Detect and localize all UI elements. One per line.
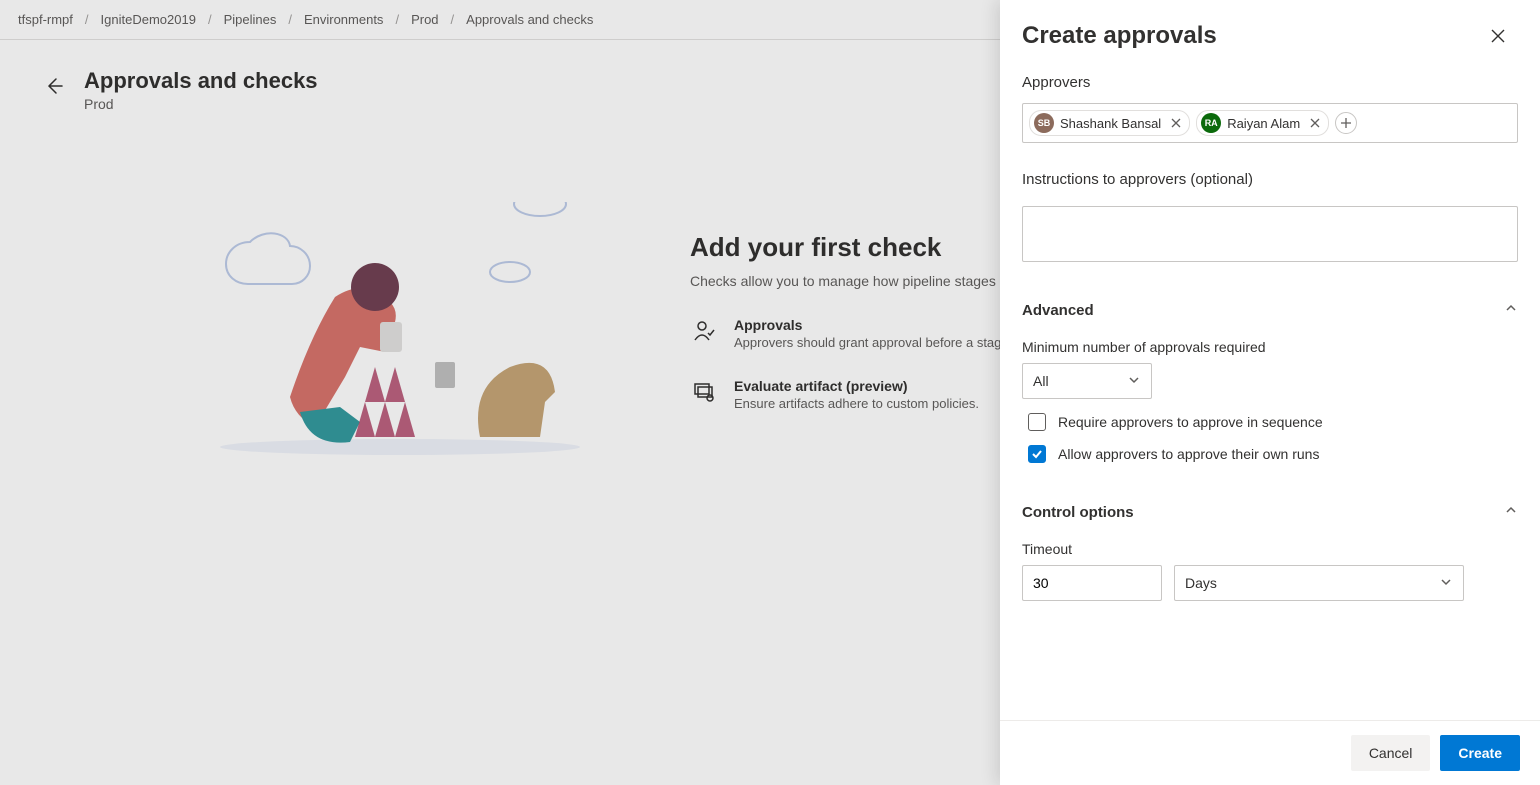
sequence-checkbox[interactable] — [1028, 413, 1046, 431]
dropdown-value: Days — [1185, 575, 1217, 591]
approver-chip: RA Raiyan Alam — [1196, 110, 1329, 136]
approvers-label: Approvers — [1022, 74, 1518, 91]
create-button[interactable]: Create — [1440, 735, 1520, 771]
check-title: Approvals — [734, 317, 1041, 333]
chevron-down-icon — [1127, 373, 1141, 390]
breadcrumb-item[interactable]: IgniteDemo2019 — [101, 12, 196, 27]
approver-name: Shashank Bansal — [1060, 116, 1161, 131]
check-desc: Approvers should grant approval before a… — [734, 335, 1041, 350]
chevron-down-icon — [1439, 575, 1453, 592]
artifact-icon — [690, 378, 718, 406]
dropdown-value: All — [1033, 373, 1049, 389]
page-title: Approvals and checks — [84, 68, 318, 94]
timeout-unit-dropdown[interactable]: Days — [1174, 565, 1464, 601]
empty-illustration — [180, 202, 630, 462]
create-approvals-panel: Create approvals Approvers SB Shashank B… — [1000, 0, 1540, 785]
chevron-up-icon — [1504, 503, 1518, 521]
own-runs-label: Allow approvers to approve their own run… — [1058, 446, 1319, 462]
empty-heading: Add your first check — [690, 232, 1053, 263]
breadcrumb-item[interactable]: Environments — [304, 12, 383, 27]
instructions-label: Instructions to approvers (optional) — [1022, 171, 1518, 188]
control-options-heading: Control options — [1022, 504, 1134, 521]
back-icon[interactable] — [40, 72, 68, 100]
check-type-approvals[interactable]: Approvals Approvers should grant approva… — [690, 317, 1053, 350]
avatar-icon: RA — [1201, 113, 1221, 133]
panel-title: Create approvals — [1022, 22, 1217, 50]
empty-description: Checks allow you to manage how pipeline … — [690, 273, 1053, 289]
breadcrumb-item[interactable]: tfspf-rmpf — [18, 12, 73, 27]
remove-icon[interactable] — [1306, 114, 1324, 132]
page-subtitle: Prod — [84, 96, 318, 112]
breadcrumb-item: Approvals and checks — [466, 12, 593, 27]
sequence-label: Require approvers to approve in sequence — [1058, 414, 1323, 430]
control-options-header[interactable]: Control options — [1022, 497, 1518, 527]
check-desc: Ensure artifacts adhere to custom polici… — [734, 396, 979, 411]
check-type-artifact[interactable]: Evaluate artifact (preview) Ensure artif… — [690, 378, 1053, 411]
approver-name: Raiyan Alam — [1227, 116, 1300, 131]
cancel-button[interactable]: Cancel — [1351, 735, 1431, 771]
approver-chip: SB Shashank Bansal — [1029, 110, 1190, 136]
close-icon[interactable] — [1484, 22, 1512, 50]
timeout-value-input[interactable] — [1022, 565, 1162, 601]
timeout-label: Timeout — [1022, 541, 1518, 557]
remove-icon[interactable] — [1167, 114, 1185, 132]
min-approvals-label: Minimum number of approvals required — [1022, 339, 1518, 355]
advanced-heading: Advanced — [1022, 302, 1094, 319]
breadcrumb-item[interactable]: Pipelines — [224, 12, 277, 27]
add-approver-button[interactable] — [1335, 112, 1357, 134]
chevron-up-icon — [1504, 301, 1518, 319]
person-icon — [690, 317, 718, 345]
instructions-input[interactable] — [1022, 206, 1518, 262]
check-title: Evaluate artifact (preview) — [734, 378, 979, 394]
approvers-input[interactable]: SB Shashank Bansal RA Raiyan Alam — [1022, 103, 1518, 143]
advanced-section-header[interactable]: Advanced — [1022, 295, 1518, 325]
avatar-icon: SB — [1034, 113, 1054, 133]
own-runs-checkbox[interactable] — [1028, 445, 1046, 463]
breadcrumb-item[interactable]: Prod — [411, 12, 438, 27]
min-approvals-dropdown[interactable]: All — [1022, 363, 1152, 399]
